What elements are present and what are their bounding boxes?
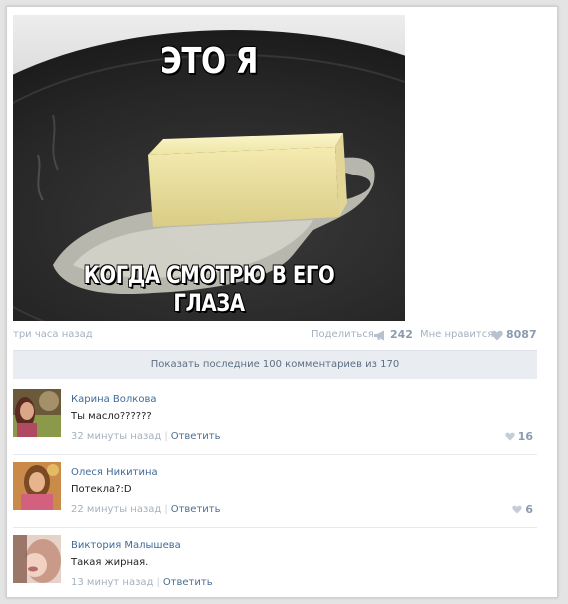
reply-link[interactable]: Ответить <box>171 431 221 442</box>
share-link[interactable]: Поделиться <box>311 329 374 340</box>
post-time[interactable]: три часа назад <box>13 329 93 340</box>
comment-item: Олеся Никитина Потекла?:D 22 минуты наза… <box>13 455 537 528</box>
share-count[interactable]: 242 <box>390 328 413 341</box>
heart-icon <box>512 505 522 514</box>
comment-like-button[interactable]: 6 <box>512 503 533 516</box>
comment-author[interactable]: Олеся Никитина <box>71 467 158 478</box>
comment-text: Такая жирная. <box>71 557 149 568</box>
reply-link[interactable]: Ответить <box>171 504 221 515</box>
show-all-comments-button[interactable]: Показать последние 100 комментариев из 1… <box>13 350 537 379</box>
like-link[interactable]: Мне нравится <box>420 329 493 340</box>
comment-meta: 22 минуты назад | Ответить <box>71 504 221 515</box>
comment-meta: 32 минуты назад | Ответить <box>71 431 221 442</box>
avatar[interactable] <box>13 535 61 583</box>
avatar[interactable] <box>13 462 61 510</box>
like-count[interactable]: 8087 <box>506 328 537 341</box>
comment-author[interactable]: Виктория Малышева <box>71 540 181 551</box>
comment-meta: 13 минут назад | Ответить <box>71 577 213 588</box>
comment-time[interactable]: 32 минуты назад <box>71 431 161 442</box>
post-card: ЭТО Я КОГДА СМОТРЮ В ЕГО ГЛАЗА три часа … <box>6 6 558 598</box>
comment-time[interactable]: 22 минуты назад <box>71 504 161 515</box>
reply-link[interactable]: Ответить <box>163 577 213 588</box>
meme-bottom-caption: КОГДА СМОТРЮ В ЕГО ГЛАЗА <box>83 261 335 317</box>
heart-icon[interactable] <box>491 330 503 341</box>
comment-text: Потекла?:D <box>71 484 132 495</box>
meme-top-caption: ЭТО Я <box>160 41 258 82</box>
comment-author[interactable]: Карина Волкова <box>71 394 156 405</box>
comment-like-button[interactable]: 16 <box>505 430 533 443</box>
comment-text: Ты масло?????? <box>71 411 152 422</box>
separator: | <box>156 577 160 588</box>
avatar[interactable] <box>13 389 61 437</box>
heart-icon <box>505 432 515 441</box>
post-photo[interactable]: ЭТО Я КОГДА СМОТРЮ В ЕГО ГЛАЗА <box>13 15 405 321</box>
separator: | <box>164 504 168 515</box>
post-meta-bar: три часа назад Поделиться 242 Мне нравит… <box>13 327 537 345</box>
comment-time[interactable]: 13 минут назад <box>71 577 153 588</box>
megaphone-icon[interactable] <box>373 330 387 341</box>
comment-like-count: 6 <box>525 503 533 516</box>
comment-item: Виктория Малышева Такая жирная. 13 минут… <box>13 528 537 600</box>
comment-like-count: 16 <box>517 430 533 443</box>
separator: | <box>164 431 168 442</box>
comment-item: Карина Волкова Ты масло?????? 32 минуты … <box>13 382 537 455</box>
